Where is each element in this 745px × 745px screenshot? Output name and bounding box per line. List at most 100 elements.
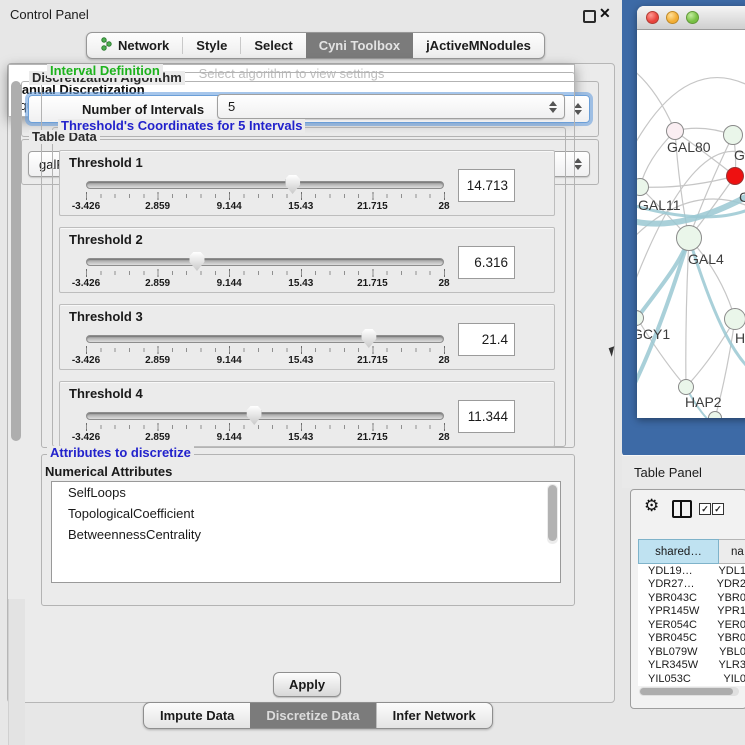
numerical-attributes-label: Numerical Attributes (45, 464, 172, 479)
threshold-slider[interactable]: -3.426 2.859 9.144 15.43 21.715 28 (86, 335, 444, 367)
list-item[interactable]: TopologicalCoefficient (52, 503, 560, 524)
list-item[interactable]: SelfLoops (52, 482, 560, 503)
close-traffic-light-icon[interactable] (646, 11, 659, 24)
slider-track[interactable] (86, 258, 444, 266)
cyni-toolbox-panel: Discretization Algorithm Select algorith… (7, 63, 615, 703)
tab-jactivemnodules[interactable]: jActiveMNodules (413, 33, 544, 58)
tab-impute-data[interactable]: Impute Data (144, 703, 250, 728)
zoom-traffic-light-icon[interactable] (686, 11, 699, 24)
threshold-row: Threshold 2 -3.426 2.859 9.144 15.43 21.… (59, 227, 555, 293)
tick-label: 28 (438, 355, 449, 366)
float-window-icon[interactable] (583, 10, 596, 23)
tick-label: 9.144 (217, 355, 242, 366)
threshold-value-field[interactable]: 11.344 (458, 400, 515, 433)
column-header-name[interactable]: na (719, 539, 745, 564)
threshold-value-field[interactable]: 21.4 (458, 323, 515, 356)
column-header-shared-name[interactable]: shared… (638, 539, 719, 564)
network-node[interactable] (678, 379, 694, 395)
group-title: Threshold's Coordinates for 5 Intervals (58, 119, 305, 133)
slider-track[interactable] (86, 181, 444, 189)
tab-infer-network[interactable]: Infer Network (376, 703, 492, 728)
tab-style[interactable]: Style (183, 33, 240, 58)
threshold-label: Threshold 4 (69, 386, 143, 401)
tick-label: 2.859 (145, 355, 170, 366)
table-panel-header: Table Panel (622, 455, 745, 488)
table-row[interactable]: YER054CYER0 (638, 618, 745, 632)
table-row[interactable]: YIL053CYIL0 (638, 672, 745, 686)
table-row[interactable]: YPR145WYPR1 (638, 605, 745, 619)
node-label: HAP2 (685, 394, 722, 410)
table-row[interactable]: YDR27…YDR2 (638, 578, 745, 592)
threshold-slider[interactable]: -3.426 2.859 9.144 15.43 21.715 28 (86, 258, 444, 290)
network-node[interactable] (708, 411, 722, 418)
network-canvas[interactable]: GAL80 GA C GAL11 GAL4 GCY1 H HAP2 (637, 31, 745, 418)
tick-label: 2.859 (145, 278, 170, 289)
table-panel-title: Table Panel (634, 465, 702, 480)
threshold-value-field[interactable]: 14.713 (458, 169, 515, 202)
node-label: GCY1 (637, 326, 670, 342)
slider-track[interactable] (86, 412, 444, 420)
node-table-panel: ⚙ ✓ ✓ shared… na YDL19…YDL1 YDR27…YDR2 Y… (630, 489, 745, 709)
tick-label: -3.426 (72, 201, 100, 212)
network-node-selected[interactable] (726, 167, 744, 185)
threshold-label: Threshold 1 (69, 155, 143, 170)
list-scrollbar[interactable] (547, 484, 558, 544)
tick-label: 21.715 (357, 355, 388, 366)
slider-ticks (86, 192, 445, 200)
threshold-slider[interactable]: -3.426 2.859 9.144 15.43 21.715 28 (86, 181, 444, 213)
node-label: GAL11 (638, 197, 681, 213)
table-row[interactable]: YBR045CYBR0 (638, 632, 745, 646)
checkbox-icon[interactable]: ✓ (712, 503, 724, 515)
tick-label: 21.715 (357, 432, 388, 443)
tab-discretize-data[interactable]: Discretize Data (250, 703, 375, 728)
table-row[interactable]: YLR345WYLR3 (638, 659, 745, 673)
table-body: YDL19…YDL1 YDR27…YDR2 YBR043CYBR0 YPR145… (638, 564, 745, 686)
combo-stepper-icon (574, 158, 582, 170)
network-node[interactable] (676, 225, 702, 251)
network-node[interactable] (724, 308, 745, 330)
node-label: GAL80 (667, 139, 711, 155)
tick-label: 9.144 (217, 278, 242, 289)
slider-ticks (86, 269, 445, 277)
network-window-titlebar[interactable] (637, 6, 745, 30)
network-node[interactable] (666, 122, 684, 140)
tick-label: 9.144 (217, 201, 242, 212)
tick-label: -3.426 (72, 432, 100, 443)
checkbox-icon[interactable]: ✓ (699, 503, 711, 515)
group-title: Attributes to discretize (47, 446, 194, 460)
list-item[interactable]: BetweennessCentrality (52, 524, 560, 545)
apply-button[interactable]: Apply (273, 672, 341, 697)
network-view-frame: GAL80 GA C GAL11 GAL4 GCY1 H HAP2 (622, 0, 745, 456)
threshold-label: Threshold 3 (69, 309, 143, 324)
panel-scrollbar[interactable] (8, 599, 25, 745)
minimize-traffic-light-icon[interactable] (666, 11, 679, 24)
gear-icon[interactable]: ⚙ (644, 496, 659, 516)
network-node[interactable] (723, 125, 743, 145)
tick-label: -3.426 (72, 355, 100, 366)
threshold-row: Threshold 1 -3.426 2.859 9.144 15.43 21.… (59, 150, 555, 216)
scrollbar-thumb[interactable] (11, 81, 21, 441)
combo-stepper-icon (574, 103, 582, 115)
tab-select[interactable]: Select (241, 33, 305, 58)
tab-network[interactable]: Network (87, 33, 182, 58)
threshold-value-field[interactable]: 6.316 (458, 246, 515, 279)
tick-label: 21.715 (357, 278, 388, 289)
threshold-slider[interactable]: -3.426 2.859 9.144 15.43 21.715 28 (86, 412, 444, 444)
tab-cyni-toolbox[interactable]: Cyni Toolbox (306, 33, 413, 58)
split-panel-icon[interactable] (672, 500, 692, 518)
network-window[interactable]: GAL80 GA C GAL11 GAL4 GCY1 H HAP2 (637, 6, 745, 418)
tick-label: -3.426 (72, 278, 100, 289)
table-row[interactable]: YBL079WYBL0 (638, 645, 745, 659)
numerical-attributes-list[interactable]: SelfLoops TopologicalCoefficient Between… (51, 481, 561, 583)
network-tab-icon (100, 37, 113, 54)
node-label: GAL4 (688, 251, 724, 267)
slider-ticks (86, 346, 445, 354)
settings-scroll-area: Interval Definition Number of Intervals … (8, 117, 579, 599)
table-horizontal-scrollbar[interactable] (639, 687, 739, 696)
tick-label: 15.43 (288, 278, 313, 289)
close-icon[interactable]: ✕ (599, 5, 611, 22)
table-row[interactable]: YBR043CYBR0 (638, 591, 745, 605)
table-row[interactable]: YDL19…YDL1 (638, 564, 745, 578)
cyni-bottom-tabbar: Impute Data Discretize Data Infer Networ… (143, 702, 493, 729)
slider-track[interactable] (86, 335, 444, 343)
